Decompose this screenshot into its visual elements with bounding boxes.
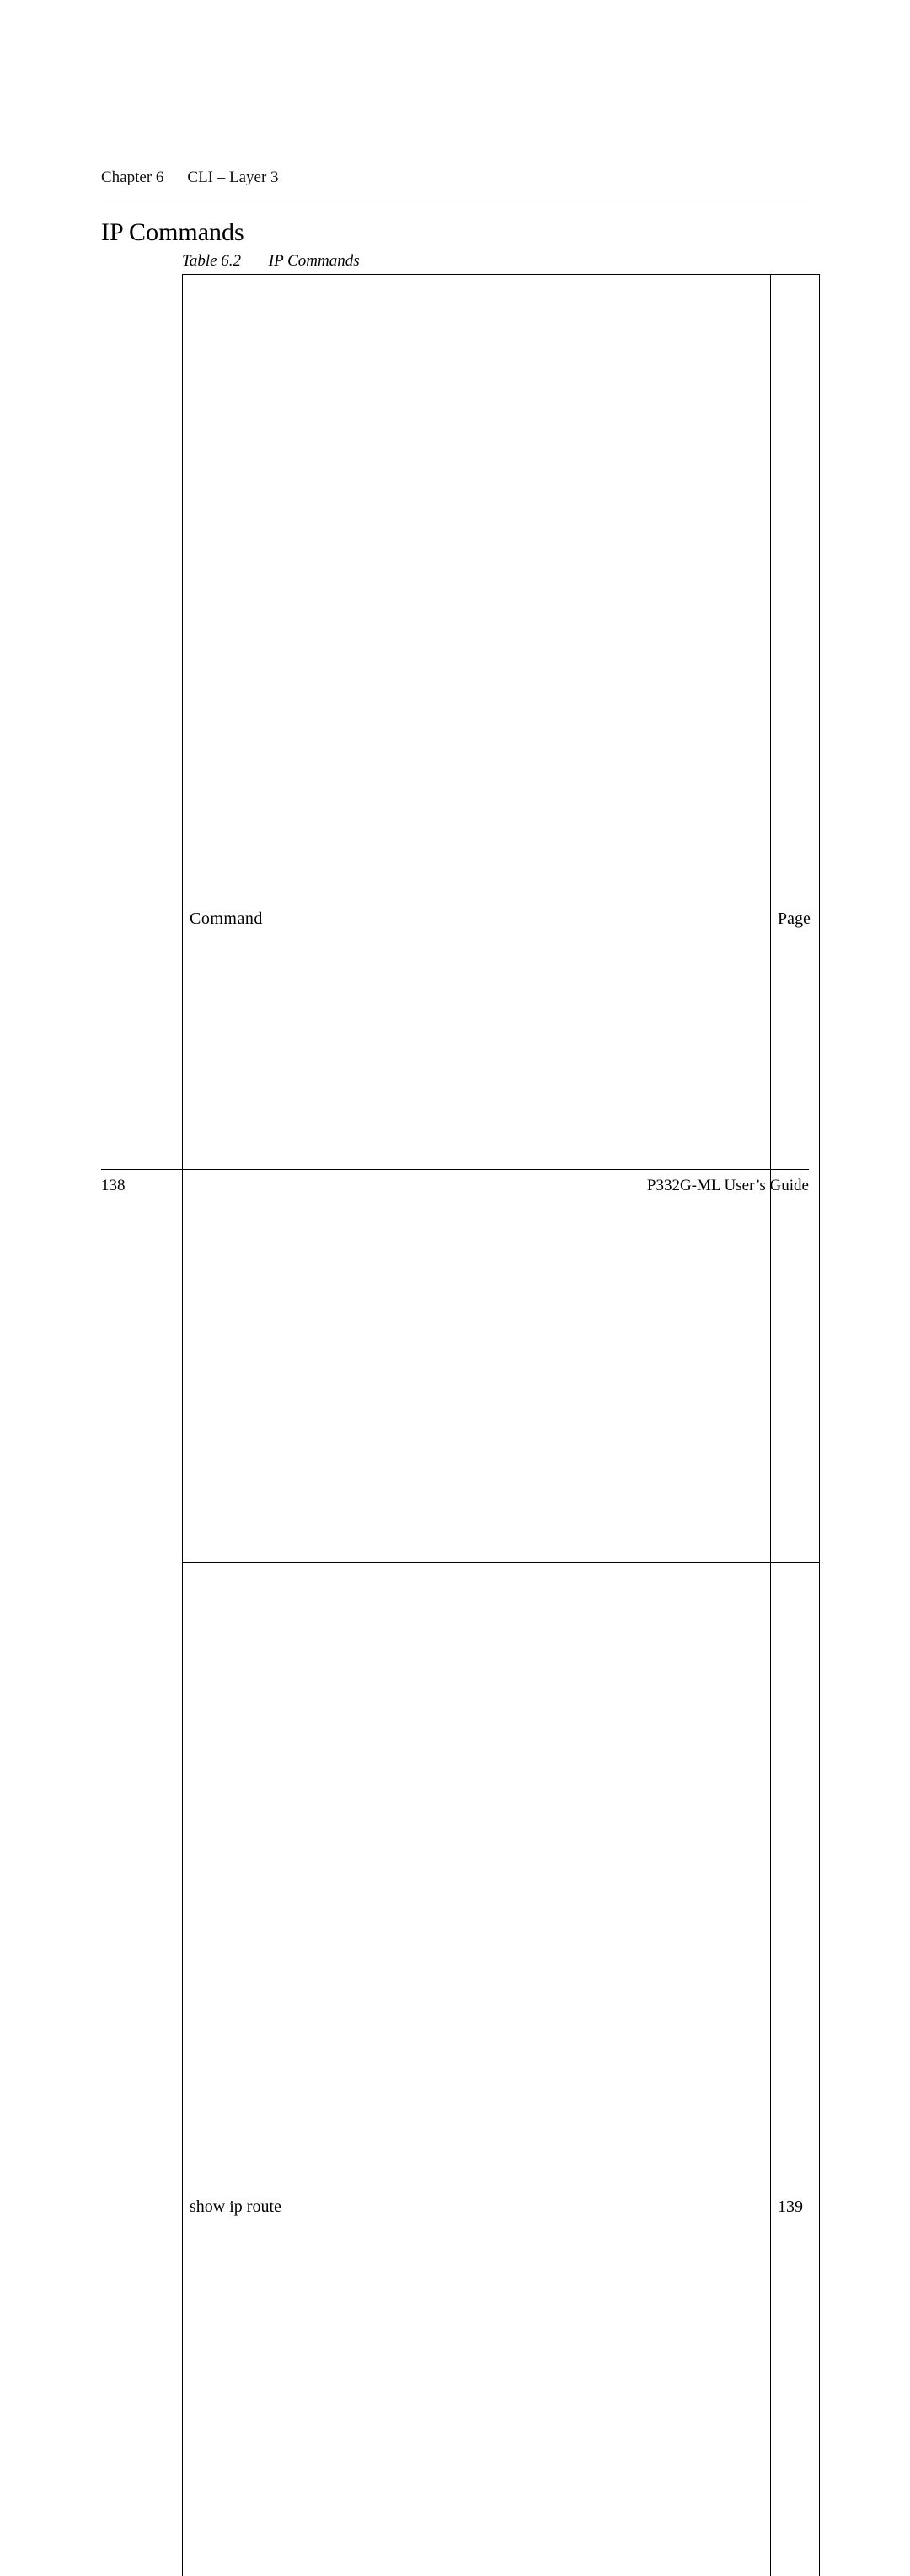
page: Chapter 6 CLI – Layer 3 IP Commands Tabl… [0, 0, 910, 1288]
doc-title: P332G-ML User’s Guide [647, 1177, 809, 1195]
cell-command: show ip route [183, 1563, 771, 2576]
header-command: Command [183, 275, 771, 1563]
chapter-title: CLI – Layer 3 [187, 169, 278, 187]
chapter-label: Chapter 6 [101, 169, 163, 187]
table-caption-title: IP Commands [269, 252, 360, 270]
header-page: Page [771, 275, 820, 1563]
running-header: Chapter 6 CLI – Layer 3 [101, 169, 809, 196]
table-header-row: Command Page [183, 275, 820, 1563]
cell-page: 139 [771, 1563, 820, 2576]
table-row: show ip route139 [183, 1563, 820, 2576]
section-title: IP Commands [101, 218, 809, 247]
page-number: 138 [101, 1177, 126, 1195]
table-caption: Table 6.2 IP Commands [182, 252, 809, 271]
commands-table: Command Page show ip route139 show ip ro… [182, 274, 820, 2576]
table-caption-number: Table 6.2 [182, 252, 241, 270]
page-footer: 138 P332G-ML User’s Guide [101, 1169, 809, 1195]
